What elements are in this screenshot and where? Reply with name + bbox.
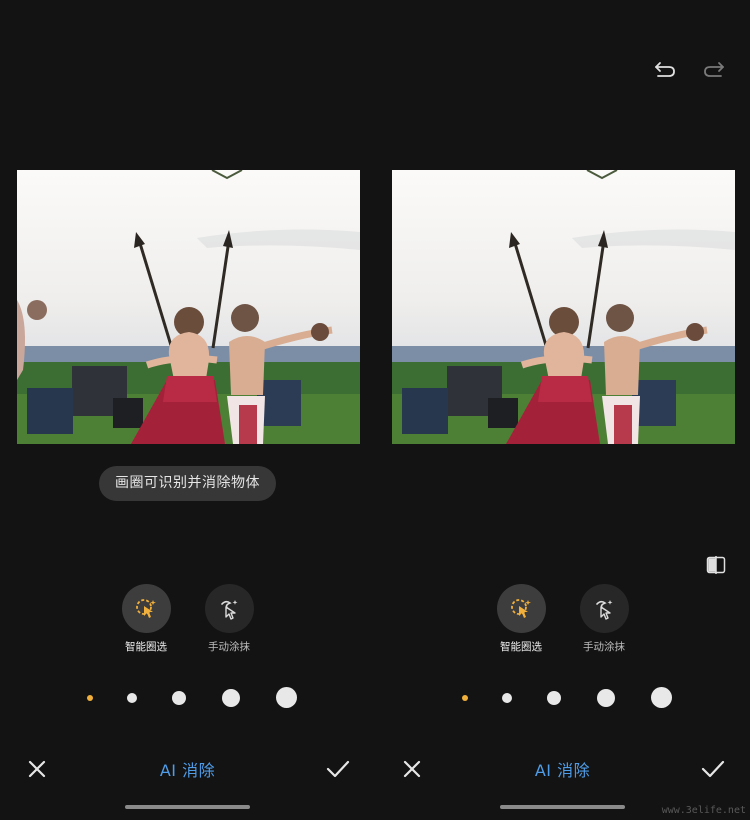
manual-brush-button[interactable] (579, 584, 629, 633)
compare-icon (706, 556, 726, 574)
screen-title: AI 消除 (159, 761, 216, 780)
smart-select-button[interactable] (121, 584, 171, 633)
undo-icon (655, 62, 675, 77)
hint-tooltip: 画圈可识别并消除物体 (99, 466, 276, 501)
photo-image (17, 170, 360, 444)
right-panel: 智能圈选 手动涂抹 AI 消除 www.3elife.net (375, 0, 750, 820)
brush-size-4[interactable] (222, 689, 240, 707)
brush-size-5[interactable] (276, 687, 297, 708)
screenshot-canvas: 画圈可识别并消除物体 智能圈选 手动涂抹 AI 消除 智能圈选 手动涂抹 AI … (0, 0, 750, 820)
brush-size-2[interactable] (502, 693, 512, 703)
tool-manual-brush[interactable]: 手动涂抹 (569, 584, 639, 654)
brush-size-2[interactable] (127, 693, 137, 703)
tool-manual-brush-label: 手动涂抹 (583, 641, 625, 653)
tool-smart-select-label: 智能圈选 (500, 641, 542, 653)
tool-manual-brush[interactable]: 手动涂抹 (194, 584, 264, 654)
confirm-button[interactable] (699, 755, 727, 783)
manual-brush-icon (221, 599, 238, 620)
tool-smart-select-label: 智能圈选 (125, 641, 167, 653)
undo-button[interactable] (652, 57, 678, 81)
home-indicator (125, 805, 250, 809)
watermark: www.3elife.net (661, 805, 746, 816)
manual-brush-icon (596, 599, 613, 620)
tool-manual-brush-label: 手动涂抹 (208, 641, 250, 653)
photo-image (392, 170, 735, 444)
check-icon (701, 760, 725, 778)
manual-brush-button[interactable] (204, 584, 254, 633)
compare-button[interactable] (705, 554, 727, 576)
photo-preview-after[interactable] (392, 170, 735, 444)
smart-select-icon (136, 598, 156, 618)
confirm-button[interactable] (324, 755, 352, 783)
left-panel: 画圈可识别并消除物体 智能圈选 手动涂抹 AI 消除 (0, 0, 375, 820)
home-indicator (500, 805, 625, 809)
brush-size-5[interactable] (651, 687, 672, 708)
smart-select-button[interactable] (496, 584, 546, 633)
check-icon (326, 760, 350, 778)
brush-size-1[interactable] (462, 695, 468, 701)
tool-smart-select[interactable]: 智能圈选 (486, 584, 556, 654)
smart-select-icon (511, 598, 531, 618)
screen-title: AI 消除 (534, 761, 591, 780)
photo-preview-before[interactable] (17, 170, 360, 444)
redo-icon (704, 62, 724, 77)
tool-smart-select[interactable]: 智能圈选 (111, 584, 181, 654)
brush-size-4[interactable] (597, 689, 615, 707)
redo-button[interactable] (701, 57, 727, 81)
brush-size-3[interactable] (547, 691, 561, 705)
brush-size-3[interactable] (172, 691, 186, 705)
brush-size-1[interactable] (87, 695, 93, 701)
